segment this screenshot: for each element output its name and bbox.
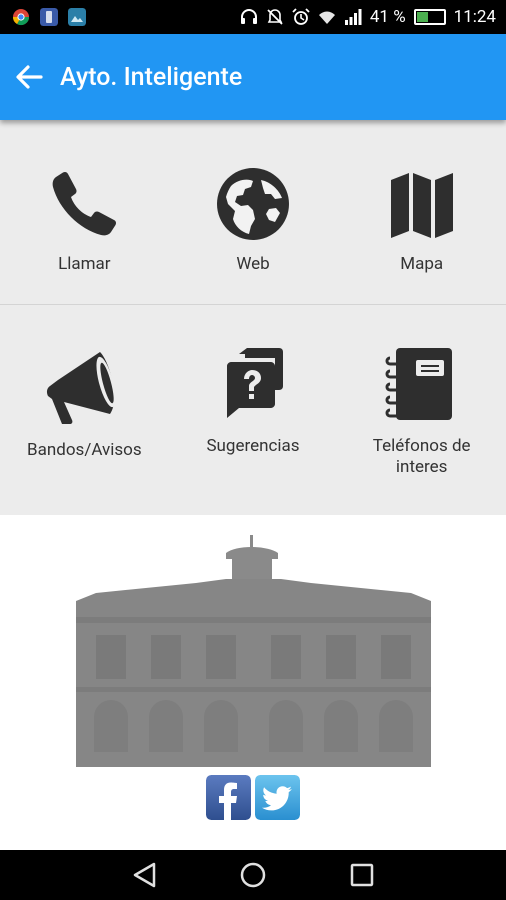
triangle-back-icon xyxy=(134,862,156,888)
system-navigation-bar xyxy=(0,850,506,900)
suggestions-button[interactable]: Sugerencias xyxy=(169,306,338,515)
action-grid: Llamar Web Mapa Bandos/Avisos Sugerencia… xyxy=(0,120,506,515)
social-links xyxy=(206,775,300,820)
content-area xyxy=(0,515,506,850)
alarm-icon xyxy=(292,8,310,25)
page-title: Ayto. Inteligente xyxy=(60,62,243,92)
web-button[interactable]: Web xyxy=(169,120,338,304)
status-bar: 41 % 11:24 xyxy=(0,0,506,34)
battery-percent: 41 % xyxy=(369,7,406,27)
call-label: Llamar xyxy=(58,254,111,274)
announcements-button[interactable]: Bandos/Avisos xyxy=(0,306,169,515)
twitter-icon[interactable] xyxy=(255,775,300,820)
call-button[interactable]: Llamar xyxy=(0,120,169,304)
app-bar: Ayto. Inteligente xyxy=(0,34,506,120)
announcements-label: Bandos/Avisos xyxy=(27,440,142,460)
nav-home-button[interactable] xyxy=(238,860,268,890)
square-recents-icon xyxy=(350,863,373,887)
facebook-icon[interactable] xyxy=(206,775,251,820)
home-circle-icon xyxy=(240,862,266,888)
map-button[interactable]: Mapa xyxy=(337,120,506,304)
gallery-icon xyxy=(68,8,86,26)
arrow-back-icon xyxy=(16,65,43,89)
wifi-icon xyxy=(318,11,335,24)
nav-back-button[interactable] xyxy=(129,860,159,890)
phone-icon xyxy=(52,172,117,236)
headphones-icon xyxy=(240,9,257,24)
action-row-1: Llamar Web Mapa xyxy=(0,120,506,305)
question-chat-icon xyxy=(227,348,283,418)
megaphone-icon xyxy=(47,352,116,424)
web-label: Web xyxy=(236,254,270,274)
back-button[interactable] xyxy=(12,60,46,94)
map-icon xyxy=(390,173,453,238)
phone-directory-button[interactable]: Teléfonos de interes xyxy=(337,306,506,515)
town-hall-image xyxy=(76,527,431,767)
clock: 11:24 xyxy=(453,7,496,27)
mute-icon xyxy=(267,9,283,25)
signal-icon xyxy=(344,9,362,25)
battery-icon xyxy=(413,9,446,25)
chrome-icon xyxy=(12,9,30,26)
address-book-icon xyxy=(385,348,452,420)
nav-recents-button[interactable] xyxy=(347,860,377,890)
action-row-2: Bandos/Avisos Sugerencias Teléfonos de i… xyxy=(0,306,506,515)
globe-icon xyxy=(217,168,289,240)
phone-directory-label: Teléfonos de interes xyxy=(372,436,471,477)
map-label: Mapa xyxy=(400,254,444,274)
suggestions-label: Sugerencias xyxy=(206,436,300,456)
notification-app-icon xyxy=(40,8,58,26)
